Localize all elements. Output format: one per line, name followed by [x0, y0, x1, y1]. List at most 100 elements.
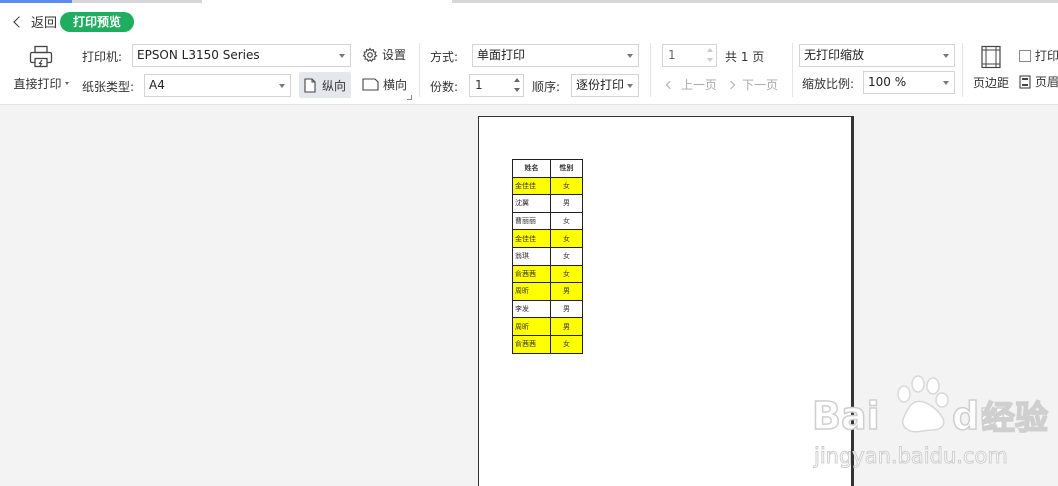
dialog-launcher-icon[interactable] — [407, 95, 412, 100]
decrement-icon[interactable] — [707, 58, 713, 62]
margins-button[interactable]: 页边距 — [970, 45, 1012, 97]
order-select[interactable]: 逐份打印 — [571, 74, 639, 97]
printer-label: 打印机: — [82, 50, 123, 64]
scale-mode-select[interactable]: 无打印缩放 — [799, 44, 955, 67]
landscape-label: 横向 — [383, 78, 408, 92]
cell-gender: 男 — [550, 282, 583, 301]
gear-icon — [362, 47, 378, 62]
copies-label: 份数: — [430, 80, 459, 94]
print-toolbar: 直接打印 打印机: EPSON L3150 Series 设置 纸张类型: A4… — [0, 37, 1058, 105]
cell-gender: 男 — [550, 317, 583, 336]
increment-icon[interactable] — [707, 48, 713, 52]
page-number-value: 1 — [668, 48, 676, 62]
cell-name: 周昕 — [512, 317, 551, 336]
order-value: 逐份打印 — [576, 78, 625, 92]
chevron-left-icon — [665, 80, 675, 89]
copies-value: 1 — [475, 78, 483, 92]
paper-type-value: A4 — [149, 78, 165, 92]
paper-type-select[interactable]: A4 — [144, 74, 291, 97]
order-label: 顺序: — [532, 80, 561, 94]
margins-label: 页边距 — [972, 76, 1009, 90]
portrait-button[interactable]: 纵向 — [299, 72, 351, 98]
cell-gender: 女 — [550, 334, 583, 354]
table-row: 李发男 — [512, 299, 583, 319]
back-button[interactable]: 返回 — [12, 12, 57, 31]
landscape-page-icon — [362, 78, 379, 91]
table-row: 翁琪女 — [512, 246, 583, 266]
divider — [962, 43, 963, 97]
cell-gender: 女 — [550, 176, 583, 196]
caret-down-icon — [339, 54, 345, 58]
header-footer-button[interactable]: 页眉 — [1019, 73, 1058, 90]
cell-name: 曹丽丽 — [512, 211, 551, 231]
chevron-right-icon — [726, 80, 736, 89]
table-row: 金佳佳女 — [512, 176, 583, 196]
print-option-checkbox[interactable]: 打印 — [1019, 47, 1058, 64]
cell-name: 金佳佳 — [512, 176, 551, 196]
cell-name: 金佳佳 — [512, 229, 551, 248]
scale-ratio-select[interactable]: 100 % — [863, 71, 955, 94]
divider — [419, 43, 420, 97]
scale-ratio-value: 100 % — [868, 75, 907, 89]
table-row: 周昕男 — [512, 282, 583, 301]
column-header-name: 姓名 — [512, 159, 551, 178]
prev-page-label: 上一页 — [681, 78, 718, 92]
cell-name: 李发 — [512, 299, 551, 319]
table-row: 俞茜茜女 — [512, 334, 583, 354]
cell-name: 俞茜茜 — [512, 264, 551, 284]
caret-down-icon — [943, 81, 949, 85]
direct-print-button[interactable]: 直接打印 — [10, 45, 72, 97]
caret-down-icon — [943, 54, 949, 58]
printer-value: EPSON L3150 Series — [137, 48, 260, 62]
caret-down-icon — [279, 84, 285, 88]
prev-page-button[interactable]: 上一页 — [664, 76, 717, 93]
printer-select[interactable]: EPSON L3150 Series — [132, 44, 351, 67]
table-row: 沈翼男 — [512, 194, 583, 213]
direct-print-label: 直接打印 — [13, 77, 62, 91]
header-footer-icon — [1019, 74, 1031, 89]
cell-name: 沈翼 — [512, 194, 551, 213]
preview-table: 姓名 性别 金佳佳女沈翼男曹丽丽女金佳佳女翁琪女俞茜茜女周昕男李发男周昕男俞茜茜… — [512, 159, 583, 354]
increment-icon[interactable] — [514, 78, 520, 82]
print-mode-label: 方式: — [430, 50, 459, 64]
title-bar: 返回 打印预览 — [0, 3, 1058, 37]
caret-down-icon — [64, 82, 69, 85]
table-header-row: 姓名 性别 — [512, 159, 583, 178]
scale-mode-value: 无打印缩放 — [804, 48, 865, 62]
next-page-button[interactable]: 下一页 — [726, 76, 778, 93]
cell-name: 翁琪 — [512, 246, 551, 266]
column-header-gender: 性别 — [550, 159, 583, 178]
back-label: 返回 — [31, 16, 58, 31]
portrait-page-icon — [304, 77, 316, 93]
decrement-icon[interactable] — [514, 88, 520, 92]
header-footer-label: 页眉 — [1035, 75, 1058, 89]
cell-gender: 女 — [550, 211, 583, 231]
cell-gender: 女 — [550, 246, 583, 266]
caret-down-icon — [627, 84, 633, 88]
table-row: 曹丽丽女 — [512, 211, 583, 231]
cell-name: 周昕 — [512, 282, 551, 301]
copies-stepper[interactable]: 1 — [469, 74, 524, 97]
print-mode-select[interactable]: 单面打印 — [472, 44, 639, 67]
caret-down-icon — [627, 54, 633, 58]
page-margins-icon — [981, 45, 1001, 69]
cell-gender: 女 — [550, 229, 583, 248]
table-row: 俞茜茜女 — [512, 264, 583, 284]
checkbox-icon[interactable] — [1019, 49, 1031, 62]
divider — [792, 43, 793, 97]
landscape-button[interactable]: 横向 — [362, 76, 407, 93]
cell-gender: 男 — [550, 299, 583, 319]
printer-icon — [29, 45, 53, 68]
cell-gender: 男 — [550, 194, 583, 213]
page-number-stepper[interactable]: 1 — [662, 44, 717, 67]
cell-gender: 女 — [550, 264, 583, 284]
portrait-label: 纵向 — [322, 78, 347, 93]
total-pages: 共 1 页 — [725, 50, 765, 64]
table-row: 周昕男 — [512, 317, 583, 336]
printer-settings-button[interactable]: 设置 — [362, 46, 406, 63]
divider — [650, 43, 651, 97]
settings-label: 设置 — [382, 48, 407, 62]
print-preview-badge: 打印预览 — [60, 12, 135, 32]
paper-type-label: 纸张类型: — [82, 80, 135, 94]
scale-ratio-label: 缩放比例: — [802, 77, 855, 91]
